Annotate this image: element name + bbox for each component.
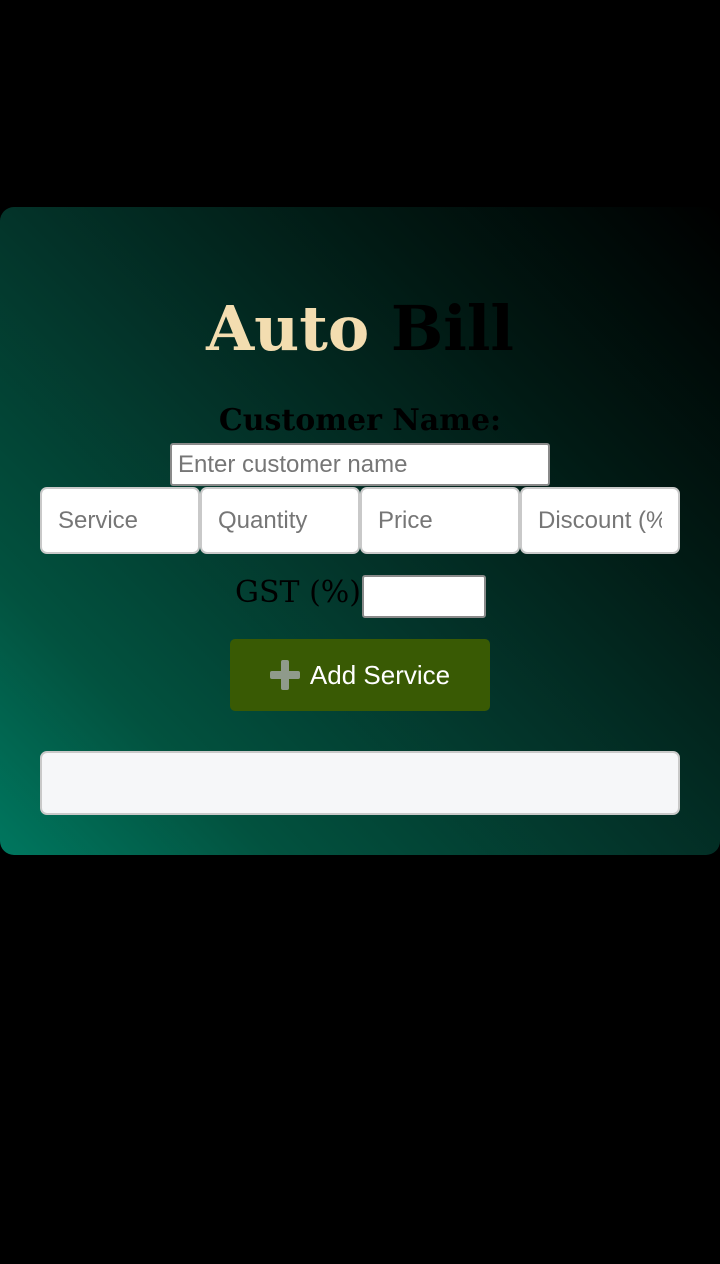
add-service-button[interactable]: Add Service — [230, 639, 490, 711]
discount-input[interactable] — [520, 487, 680, 554]
bill-output-box — [40, 751, 680, 815]
service-input-row — [40, 487, 680, 554]
customer-name-label: Customer Name: — [218, 403, 502, 438]
gst-input[interactable] — [362, 575, 486, 618]
service-input[interactable] — [40, 487, 200, 554]
plus-icon — [269, 660, 300, 690]
price-input[interactable] — [360, 487, 520, 554]
gst-label: GST (%) — [235, 575, 361, 610]
auto-bill-card: Auto Bill Customer Name: GST (%) Add Ser… — [0, 207, 720, 855]
app-title: Auto Bill — [0, 293, 720, 365]
add-service-label: Add Service — [309, 659, 451, 690]
customer-name-input[interactable] — [170, 443, 550, 486]
title-word-bill: Bill — [390, 292, 514, 365]
title-word-auto: Auto — [206, 292, 370, 365]
quantity-input[interactable] — [200, 487, 360, 554]
